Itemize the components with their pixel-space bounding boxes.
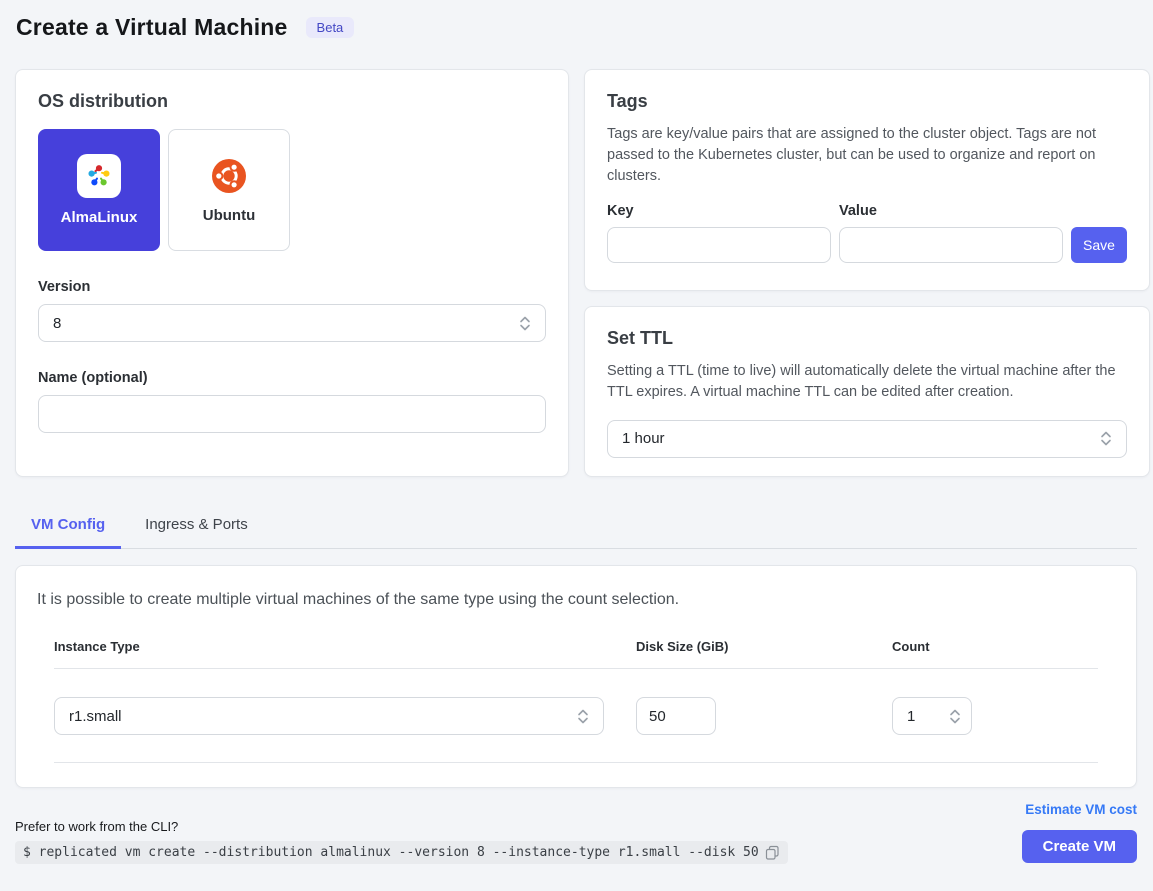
tag-value-input[interactable]: [839, 227, 1063, 263]
table-row: r1.small 1: [54, 669, 1098, 763]
disk-size-input[interactable]: [636, 697, 716, 735]
create-vm-button[interactable]: Create VM: [1022, 830, 1137, 863]
ubuntu-icon: [209, 156, 249, 196]
page-header: Create a Virtual Machine Beta: [15, 14, 1137, 41]
tags-card: Tags Tags are key/value pairs that are a…: [584, 69, 1150, 291]
estimate-vm-cost-link[interactable]: Estimate VM cost: [1025, 802, 1137, 817]
vm-config-message: It is possible to create multiple virtua…: [32, 591, 1120, 609]
instance-table: Instance Type Disk Size (GiB) Count r1.s…: [32, 639, 1120, 763]
almalinux-icon: [77, 154, 121, 198]
name-label: Name (optional): [38, 370, 546, 386]
config-tabs: VM Config Ingress & Ports: [15, 504, 1137, 549]
os-card-title: OS distribution: [38, 91, 546, 112]
os-tile-label: AlmaLinux: [61, 209, 138, 226]
col-instance-type: Instance Type: [54, 639, 636, 654]
tab-ingress-ports[interactable]: Ingress & Ports: [121, 504, 273, 548]
version-select[interactable]: 8: [38, 304, 546, 342]
chevron-updown-icon: [1100, 430, 1112, 447]
tag-value-label: Value: [839, 203, 1063, 219]
chevron-updown-icon: [577, 708, 589, 725]
tags-description: Tags are key/value pairs that are assign…: [607, 124, 1127, 187]
ttl-card: Set TTL Setting a TTL (time to live) wil…: [584, 306, 1150, 477]
os-distribution-card: OS distribution: [15, 69, 569, 477]
cli-command-block: $ replicated vm create --distribution al…: [15, 841, 788, 864]
ttl-card-title: Set TTL: [607, 328, 1127, 349]
cli-command-text: $ replicated vm create --distribution al…: [23, 845, 759, 860]
os-tile-almalinux[interactable]: AlmaLinux: [38, 129, 160, 251]
chevron-updown-icon: [949, 708, 961, 725]
tag-key-label: Key: [607, 203, 831, 219]
os-tile-label: Ubuntu: [203, 207, 255, 224]
count-stepper[interactable]: 1: [892, 697, 972, 735]
cli-prompt-text: Prefer to work from the CLI?: [15, 819, 788, 834]
version-select-value: 8: [53, 315, 61, 332]
tab-vm-config[interactable]: VM Config: [15, 504, 121, 549]
count-value: 1: [907, 708, 915, 725]
page-title: Create a Virtual Machine: [16, 14, 288, 41]
instance-type-value: r1.small: [69, 708, 122, 725]
tags-card-title: Tags: [607, 91, 1127, 112]
copy-icon[interactable]: [765, 845, 780, 860]
ttl-description: Setting a TTL (time to live) will automa…: [607, 361, 1127, 403]
col-count: Count: [892, 639, 1098, 654]
col-disk-size: Disk Size (GiB): [636, 639, 892, 654]
instance-table-header: Instance Type Disk Size (GiB) Count: [54, 639, 1098, 669]
name-input[interactable]: [38, 395, 546, 433]
os-tiles: AlmaLinux: [38, 129, 546, 251]
chevron-updown-icon: [519, 315, 531, 332]
tag-key-input[interactable]: [607, 227, 831, 263]
os-tile-ubuntu[interactable]: Ubuntu: [168, 129, 290, 251]
save-tag-button[interactable]: Save: [1071, 227, 1127, 263]
beta-badge: Beta: [306, 17, 355, 38]
ttl-select-value: 1 hour: [622, 430, 665, 447]
page-footer: Prefer to work from the CLI? $ replicate…: [15, 802, 1137, 864]
version-label: Version: [38, 279, 546, 295]
create-vm-page: Create a Virtual Machine Beta OS distrib…: [0, 0, 1153, 891]
instance-type-select[interactable]: r1.small: [54, 697, 604, 735]
vm-config-card: It is possible to create multiple virtua…: [15, 565, 1137, 788]
ttl-select[interactable]: 1 hour: [607, 420, 1127, 458]
